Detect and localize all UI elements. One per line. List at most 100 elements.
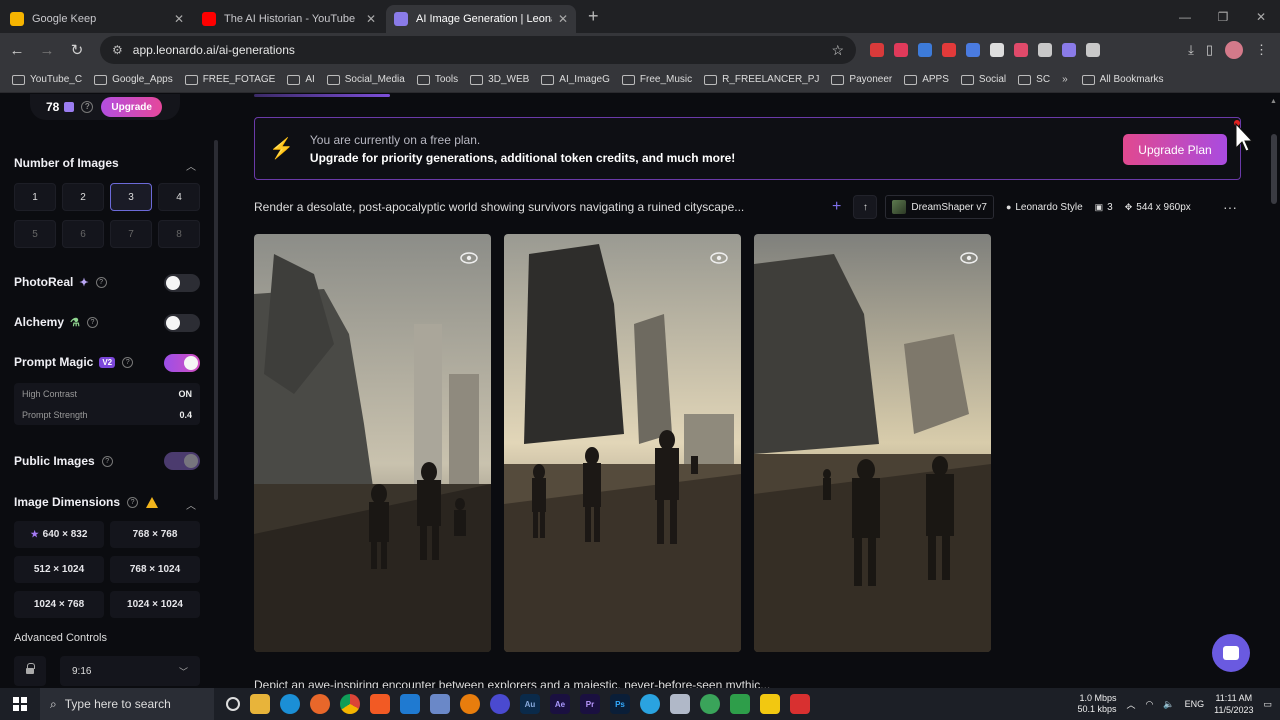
volume-icon[interactable]: 🔈 [1163,699,1174,710]
scroll-up-icon[interactable]: ▲ [1270,98,1277,105]
add-icon[interactable]: + [832,198,841,216]
new-tab-button[interactable]: + [588,6,599,27]
chevron-up-icon[interactable]: ︿ [186,497,196,512]
bookmark-item[interactable]: R_FREELANCER_PJ [704,74,819,85]
tab-leonardo[interactable]: AI Image Generation | Leonardo ✕ [386,5,576,33]
dimension-option[interactable]: 1024 × 1024 [110,591,200,618]
after-effects-icon[interactable]: Ae [550,694,570,714]
generation-prompt[interactable]: Render a desolate, post-apocalyptic worl… [254,200,824,214]
bookmark-item[interactable]: YouTube_C [12,74,82,85]
extension-icon[interactable] [942,43,956,57]
bookmark-item[interactable]: Social [960,74,1006,85]
extension-icon[interactable] [870,43,884,57]
prompt-magic-toggle[interactable] [164,354,200,372]
download-icon[interactable]: ⤓ [1188,42,1194,58]
chrome-profile-icon[interactable] [700,694,720,714]
recorder-icon[interactable] [790,694,810,714]
app-icon[interactable] [430,694,450,714]
bookmark-item[interactable]: APPS [904,74,949,85]
help-icon[interactable]: ? [95,276,107,288]
bookmarks-overflow-icon[interactable]: » [1062,74,1068,85]
next-generation-prompt[interactable]: Depict an awe-inspiring encounter betwee… [254,678,1241,688]
taskbar-search[interactable]: ⌕ Type here to search [40,688,214,720]
bookmark-item[interactable]: Tools [416,74,458,85]
extension-icon[interactable] [1086,43,1100,57]
premiere-icon[interactable]: Pr [580,694,600,714]
upgrade-button[interactable]: Upgrade [101,97,162,117]
help-icon[interactable]: ? [86,316,98,328]
file-explorer-icon[interactable] [250,694,270,714]
image-count-option[interactable]: 5 [14,220,56,248]
dimension-option[interactable]: ★ 640 × 832 [14,521,104,548]
profile-avatar[interactable] [1225,41,1243,59]
tab-google-keep[interactable]: Google Keep ✕ [2,5,192,33]
extension-icon[interactable] [918,43,932,57]
image-count-option[interactable]: 3 [110,183,152,211]
photoreal-toggle[interactable] [164,274,200,292]
url-bar[interactable]: ⚙ app.leonardo.ai/ai-generations ☆ [100,36,856,64]
davinci-icon[interactable] [490,694,510,714]
close-tab-icon[interactable]: ✕ [366,12,376,26]
dimension-option[interactable]: 768 × 768 [110,521,200,548]
extension-icon[interactable] [1038,43,1052,57]
help-icon[interactable]: ? [122,356,134,368]
brave-icon[interactable] [370,694,390,714]
upgrade-plan-button[interactable]: Upgrade Plan [1123,134,1227,165]
wifi-icon[interactable]: ◠ [1146,699,1154,710]
audition-icon[interactable]: Au [520,694,540,714]
all-bookmarks[interactable]: All Bookmarks [1081,74,1164,85]
photoshop-icon[interactable]: Ps [610,694,630,714]
extension-icon[interactable] [1062,43,1076,57]
generated-image-1[interactable] [254,234,491,652]
site-info-icon[interactable]: ⚙ [112,43,123,57]
maximize-icon[interactable]: ❐ [1204,0,1242,33]
arrow-up-icon[interactable]: ↑ [853,195,878,219]
dimension-option[interactable]: 1024 × 768 [14,591,104,618]
bookmark-item[interactable]: Social_Media [326,74,405,85]
bookmark-item[interactable]: Free_Music [621,74,692,85]
image-count-option[interactable]: 2 [62,183,104,211]
alchemy-toggle[interactable] [164,314,200,332]
close-tab-icon[interactable]: ✕ [558,12,568,26]
blender-icon[interactable] [460,694,480,714]
forward-icon[interactable]: → [34,42,60,59]
advanced-controls-label[interactable]: Advanced Controls [14,632,107,644]
help-icon[interactable]: ? [101,455,113,467]
close-tab-icon[interactable]: ✕ [174,12,184,26]
help-icon[interactable]: ? [81,101,94,113]
reload-icon[interactable]: ↻ [64,41,90,59]
camtasia-icon[interactable] [730,694,750,714]
bookmark-item[interactable]: Payoneer [831,74,892,85]
bookmark-item[interactable]: SC [1018,74,1050,85]
power-bi-icon[interactable] [760,694,780,714]
monitor-icon[interactable] [670,694,690,714]
extension-icon[interactable] [990,43,1004,57]
start-button[interactable] [0,697,40,711]
more-options-icon[interactable]: ··· [1223,199,1237,215]
bookmark-item[interactable]: AI [287,74,315,85]
chevron-up-icon[interactable]: ︿ [1127,698,1136,711]
telegram-icon[interactable] [640,694,660,714]
prompt-magic-settings[interactable]: High Contrast ON Prompt Strength 0.4 [14,383,200,425]
task-view-icon[interactable] [226,697,240,711]
notifications-icon[interactable]: ▭ [1263,699,1272,710]
image-count-option[interactable]: 1 [14,183,56,211]
eye-icon[interactable] [959,248,979,268]
extension-icon[interactable] [966,43,980,57]
bookmark-item[interactable]: AI_ImageG [541,74,610,85]
dimension-option[interactable]: 512 × 1024 [14,556,104,583]
model-chip[interactable]: DreamShaper v7 [885,195,994,219]
side-panel-icon[interactable]: ▯ [1206,42,1213,58]
generated-image-3[interactable] [754,234,991,652]
bookmark-item[interactable]: FREE_FOTAGE [184,74,275,85]
main-scrollbar[interactable]: ▲ [1268,94,1280,688]
vscode-icon[interactable] [400,694,420,714]
help-icon[interactable]: ? [127,496,139,508]
language-indicator[interactable]: ENG [1185,699,1205,709]
extension-icon[interactable] [894,43,908,57]
generated-image-2[interactable] [504,234,741,652]
bookmark-item[interactable]: 3D_WEB [470,74,529,85]
edge-icon[interactable] [280,694,300,714]
back-icon[interactable]: ← [4,42,30,59]
image-count-option[interactable]: 7 [110,220,152,248]
